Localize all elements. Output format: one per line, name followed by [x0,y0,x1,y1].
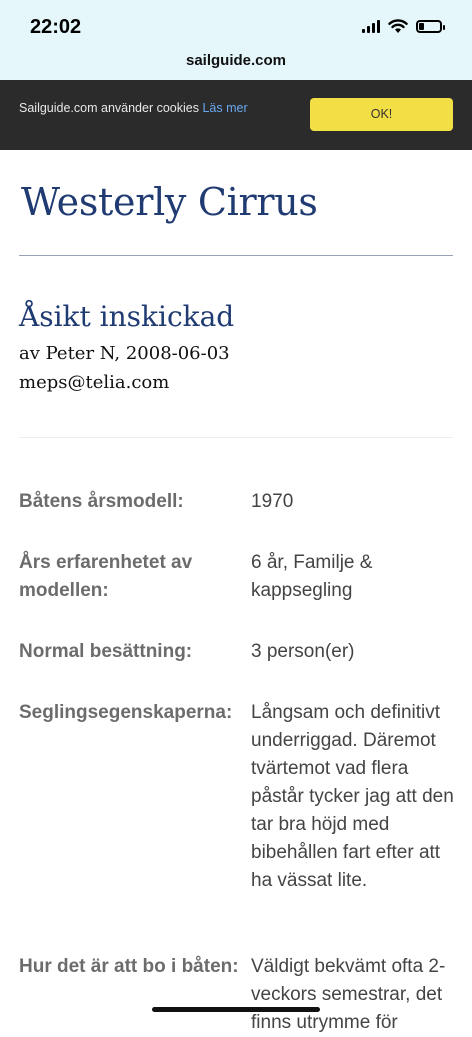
cookie-text: Sailguide.com använder cookies [19,101,199,115]
review-divider [19,437,453,438]
review-author: av Peter N, 2008-06-03 [19,343,230,364]
field-label: Normal besättning: [19,641,193,662]
field-value: 3 person(er) [251,641,355,662]
address-bar[interactable]: sailguide.com [0,46,472,80]
review-heading: Åsikt inskickad [19,300,235,333]
field-label: Båtens årsmodell: [19,491,184,512]
page-title: Westerly Cirrus [21,180,318,224]
field-label: Seglingsegenskaperna: [19,702,233,723]
status-time: 22:02 [30,16,82,38]
field-value: Långsam och definitivt underriggad. Däre… [251,702,454,891]
cellular-signal-icon [362,19,380,33]
field-value: 1970 [251,491,294,512]
battery-icon [416,19,445,33]
wifi-icon [388,19,408,33]
status-icons [362,18,445,34]
field-value: 6 år, Familje & kappsegling [251,552,373,601]
cookie-banner: Sailguide.com använder cookies Läs mer O… [0,80,472,150]
status-bar: 22:02 [0,0,472,46]
field-label: Års erfarenhetet av modellen: [19,552,193,601]
review-email: meps@telia.com [19,372,170,393]
field-value: Väldigt bekvämt ofta 2-veckors semestrar… [251,956,446,1033]
url-text[interactable]: sailguide.com [186,52,286,69]
cookie-message: Sailguide.com använder cookies Läs mer [19,101,248,115]
cookie-ok-button[interactable]: OK! [310,98,453,131]
read-more-link[interactable]: Läs mer [202,101,247,115]
field-label: Hur det är att bo i båten: [19,956,239,977]
home-indicator[interactable] [152,1007,320,1012]
title-divider [19,255,453,256]
